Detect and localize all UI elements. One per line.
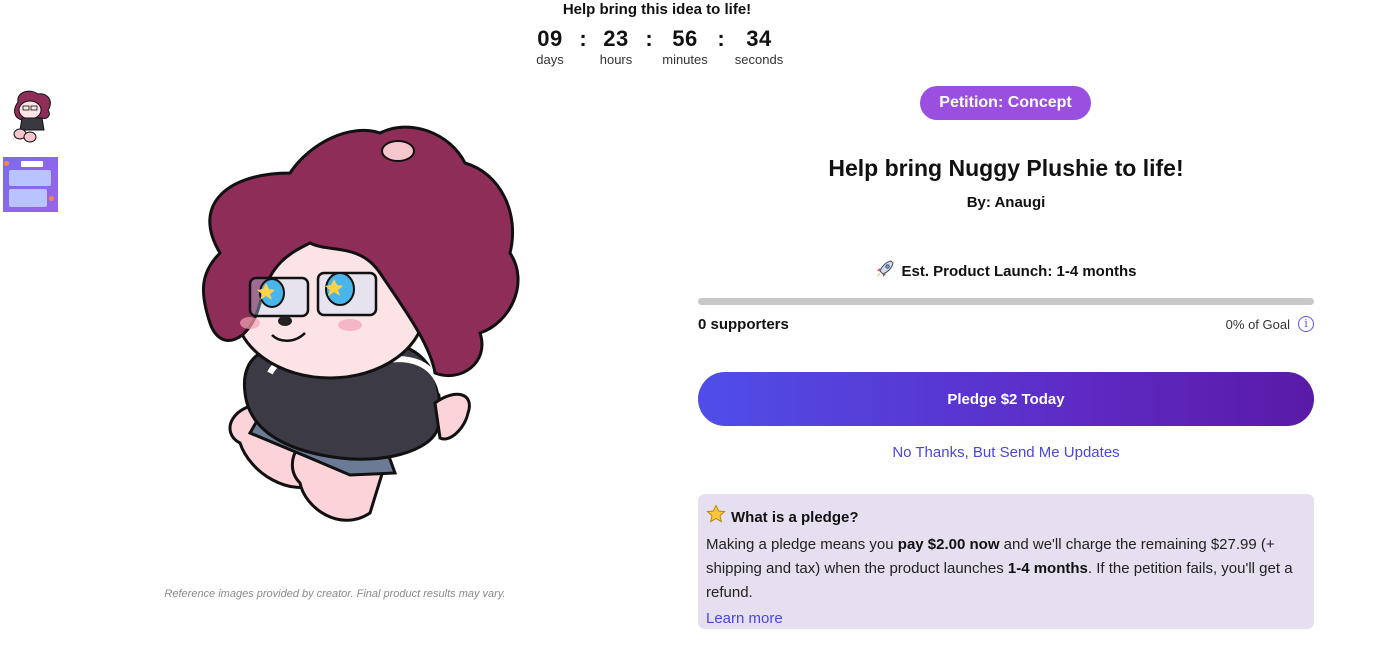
thumbnail-dot — [4, 161, 9, 166]
countdown-days-value: 09 — [537, 26, 563, 51]
pledge-info-text: Making a pledge means you — [706, 536, 898, 553]
est-launch: Est. Product Launch: 1-4 months — [698, 259, 1314, 283]
countdown-hours-value: 23 — [603, 26, 629, 51]
countdown-separator: : — [717, 26, 725, 51]
pledge-info-amount: pay $2.00 now — [897, 536, 1000, 553]
learn-more-link[interactable]: Learn more — [706, 607, 783, 631]
gallery-disclaimer: Reference images provided by creator. Fi… — [164, 588, 506, 600]
countdown-separator: : — [579, 26, 587, 51]
countdown-minutes-value: 56 — [672, 26, 698, 51]
supporters-count: 0 supporters — [698, 316, 789, 333]
supporters-number: 0 — [698, 316, 707, 333]
countdown-seconds: 34 seconds — [729, 26, 789, 67]
pledge-info-heading: What is a pledge? — [731, 508, 859, 526]
gallery-thumbnail-info[interactable] — [3, 157, 58, 212]
pledge-info-timeframe: 1-4 months — [1007, 560, 1088, 577]
countdown-minutes: 56 minutes — [657, 26, 713, 67]
thumbnail-box — [9, 189, 47, 207]
goal-text: 0% of Goal — [1225, 316, 1290, 332]
supporters-label: supporters — [710, 316, 789, 333]
product-title: Help bring Nuggy Plushie to life! — [828, 155, 1184, 181]
thumbnail-dot — [49, 196, 54, 201]
goal-percentage: 0% of Goal i — [1226, 316, 1314, 332]
petition-status-badge: Petition: Concept — [920, 86, 1091, 120]
funding-progress-bar — [698, 298, 1314, 305]
countdown-separator: : — [645, 26, 653, 51]
gallery-thumbnail-character[interactable] — [8, 88, 56, 143]
pledge-button[interactable]: Pledge $2 Today — [698, 372, 1314, 426]
thumbnail-heading — [21, 161, 43, 167]
countdown-title: Help bring this idea to life! — [562, 1, 752, 18]
countdown-hours: 23 hours — [591, 26, 641, 67]
countdown-days-label: days — [536, 52, 564, 67]
no-thanks-updates-link[interactable]: No Thanks, But Send Me Updates — [698, 444, 1314, 461]
countdown-days: 09 days — [525, 26, 575, 67]
creator-byline: By: Anaugi — [966, 194, 1046, 211]
thumbnail-box — [9, 170, 51, 186]
product-hero-image — [180, 103, 555, 523]
countdown-minutes-label: minutes — [662, 52, 708, 67]
rocket-icon — [875, 259, 895, 283]
countdown-seconds-label: seconds — [734, 52, 784, 67]
countdown-hours-label: hours — [599, 52, 633, 67]
countdown-timer: 09 days : 23 hours : 56 minutes : 34 sec… — [0, 26, 1314, 67]
pledge-info-box: What is a pledge? Making a pledge means … — [698, 494, 1314, 629]
info-icon[interactable]: i — [1298, 316, 1314, 332]
star-icon — [706, 504, 726, 531]
pledge-info-heading-row: What is a pledge? — [706, 504, 1306, 531]
est-launch-text: Est. Product Launch: 1-4 months — [901, 262, 1137, 280]
pledge-info-body: Making a pledge means you pay $2.00 now … — [706, 533, 1306, 605]
countdown-seconds-value: 34 — [746, 26, 772, 51]
